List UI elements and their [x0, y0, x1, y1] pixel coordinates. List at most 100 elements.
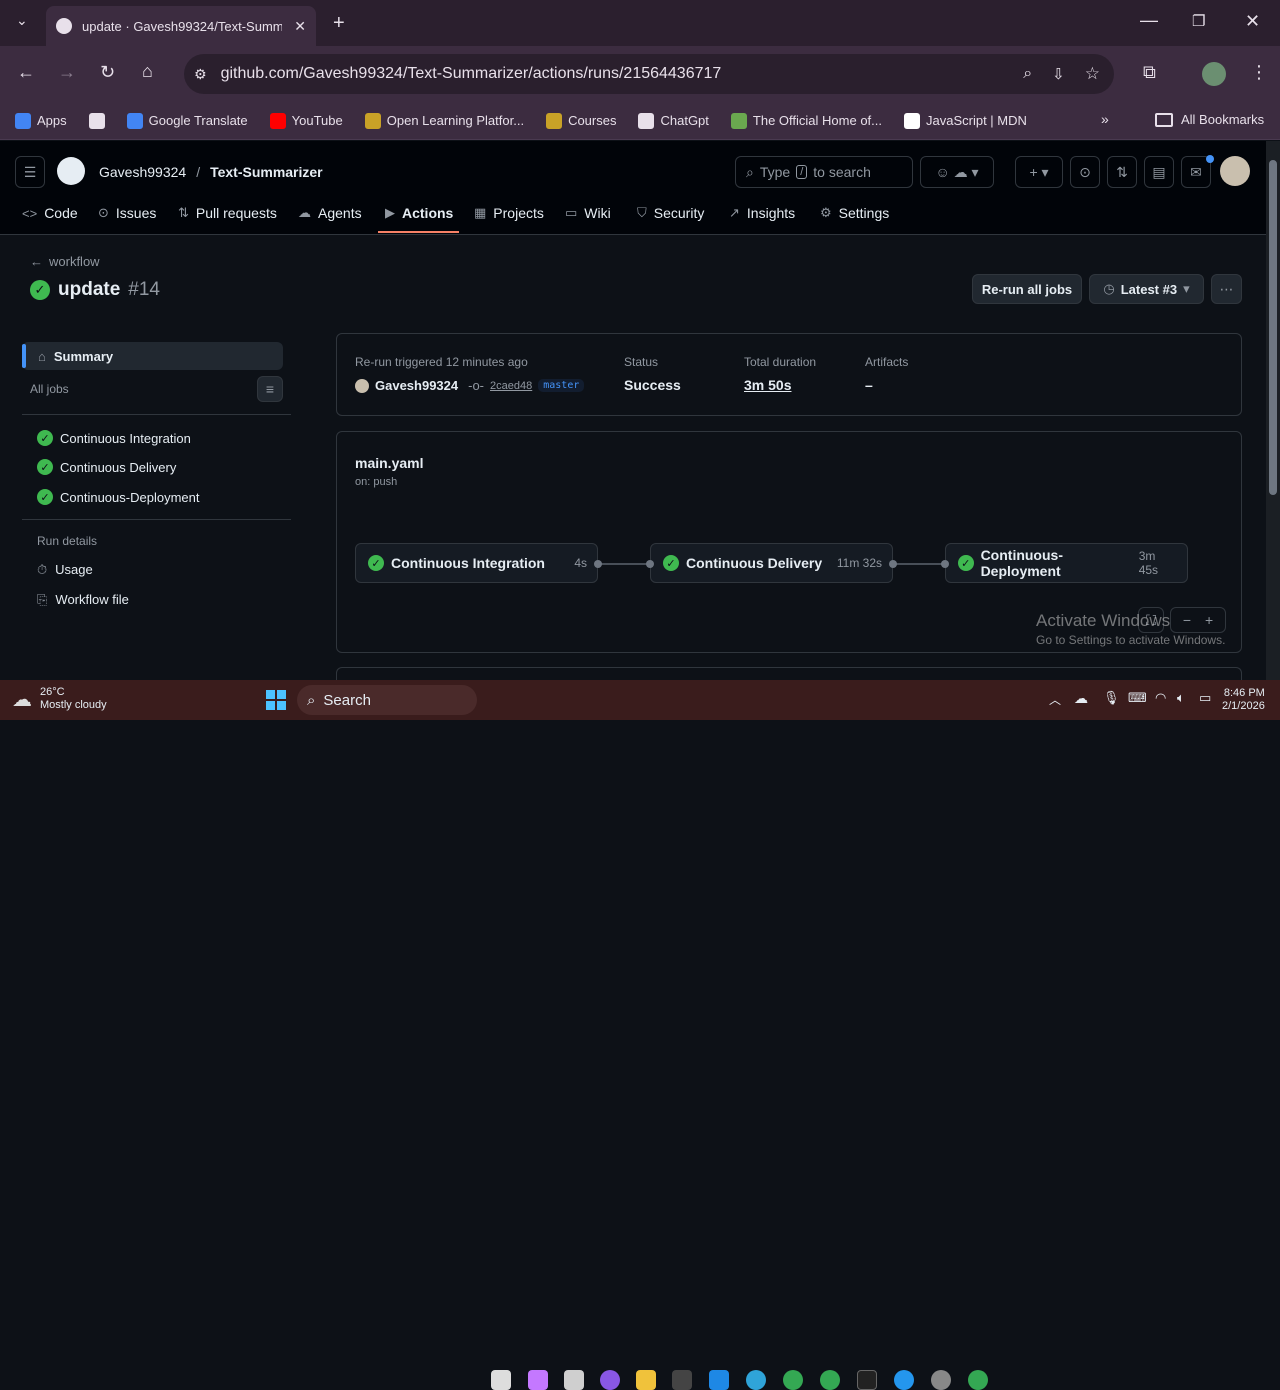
- microphone-icon[interactable]: 🎙︎: [1103, 690, 1120, 706]
- edge-icon[interactable]: [746, 1370, 766, 1390]
- bookmark-item[interactable]: Courses: [546, 112, 616, 129]
- copilot-button[interactable]: ☺ ☁ ▾: [920, 156, 994, 188]
- profile-avatar[interactable]: [1202, 62, 1226, 86]
- zoom-icon[interactable]: ⌕: [1023, 65, 1032, 83]
- close-tab-icon[interactable]: ✕: [294, 18, 306, 35]
- tab-code[interactable]: <> Code: [22, 200, 78, 226]
- github-desktop-icon[interactable]: [600, 1370, 620, 1390]
- hamburger-menu-button[interactable]: ☰: [15, 156, 45, 188]
- chrome-icon[interactable]: [968, 1370, 988, 1390]
- tab-wiki[interactable]: ▭ Wiki: [565, 200, 611, 226]
- bookmark-item[interactable]: The Official Home of...: [730, 112, 882, 129]
- extensions-icon[interactable]: ⧉: [1143, 62, 1156, 83]
- site-info-icon[interactable]: ⚙: [194, 66, 207, 83]
- chrome-icon[interactable]: [783, 1370, 803, 1390]
- back-icon[interactable]: ←: [17, 62, 35, 83]
- zoom-out-icon[interactable]: −: [1183, 612, 1191, 628]
- bookmark-item[interactable]: YouTube: [269, 112, 343, 129]
- sidebar-usage[interactable]: ⏱ Usage: [37, 562, 93, 578]
- tab-insights[interactable]: ↗ Insights: [729, 200, 795, 226]
- graph-job-ci[interactable]: ✓ Continuous Integration 4s: [355, 543, 598, 583]
- docker-icon[interactable]: [894, 1370, 914, 1390]
- tab-actions[interactable]: ▶ Actions: [385, 200, 453, 226]
- pull-requests-icon[interactable]: ⇅: [1107, 156, 1137, 188]
- sidebar-job-delivery[interactable]: ✓ Continuous Delivery: [37, 459, 176, 475]
- tab-pull-requests[interactable]: ⇅ Pull requests: [178, 200, 277, 226]
- vscode-icon[interactable]: [709, 1370, 729, 1390]
- filter-jobs-button[interactable]: ≡: [257, 376, 283, 402]
- bookmark-item[interactable]: Google Translate: [126, 112, 248, 129]
- tab-search-icon[interactable]: ⌄: [16, 12, 28, 29]
- scrollbar-thumb[interactable]: [1269, 160, 1277, 495]
- repo-owner-link[interactable]: Gavesh99324: [99, 164, 186, 180]
- home-icon[interactable]: ⌂: [142, 61, 153, 82]
- weather-widget[interactable]: ☁ 26°C Mostly cloudy: [12, 686, 107, 712]
- forward-icon[interactable]: →: [58, 62, 76, 83]
- actor-link[interactable]: Gavesh99324: [375, 378, 458, 393]
- tab-projects[interactable]: ▦ Projects: [474, 200, 544, 226]
- mdn-icon: [904, 112, 920, 129]
- all-bookmarks-folder[interactable]: All Bookmarks: [1155, 112, 1264, 127]
- tab-settings[interactable]: ⚙ Settings: [820, 200, 889, 226]
- store-icon[interactable]: [564, 1370, 584, 1390]
- bookmark-item[interactable]: [88, 112, 105, 129]
- clock[interactable]: 8:46 PM 2/1/2026: [1222, 687, 1265, 713]
- copilot-icon[interactable]: [528, 1370, 548, 1390]
- install-icon[interactable]: ⇩: [1052, 65, 1065, 83]
- volume-icon[interactable]: 🔈︎: [1177, 690, 1185, 706]
- sidebar-summary[interactable]: ⌂ Summary: [22, 342, 283, 370]
- chrome-menu-icon[interactable]: ⋮: [1250, 62, 1268, 83]
- start-icon[interactable]: [266, 690, 286, 710]
- restore-icon[interactable]: ❐: [1192, 12, 1205, 30]
- keyboard-icon[interactable]: ⌨: [1128, 690, 1147, 706]
- zoom-in-icon[interactable]: +: [1205, 612, 1213, 628]
- more-options-button[interactable]: ⋯: [1211, 274, 1242, 304]
- back-to-workflow-link[interactable]: ← workflow: [30, 254, 100, 269]
- bookmark-item[interactable]: JavaScript | MDN: [904, 112, 1027, 129]
- commit-link[interactable]: 2caed48: [490, 380, 532, 392]
- graph-job-delivery[interactable]: ✓ Continuous Delivery 11m 32s: [650, 543, 893, 583]
- sidebar-workflow-file[interactable]: ⎘ Workflow file: [37, 592, 129, 608]
- tab-security[interactable]: ⛉ Security: [637, 200, 704, 226]
- bookmark-item[interactable]: Open Learning Platfor...: [364, 112, 524, 129]
- tray-overflow-icon[interactable]: ︿: [1049, 691, 1061, 708]
- terminal-icon[interactable]: [672, 1370, 692, 1390]
- repo-name-link[interactable]: Text-Summarizer: [210, 164, 323, 180]
- battery-icon[interactable]: ▭: [1199, 690, 1211, 706]
- bookmark-item[interactable]: Apps: [15, 112, 67, 129]
- zoom-controls[interactable]: − +: [1170, 607, 1226, 633]
- address-bar[interactable]: ⚙ github.com/Gavesh99324/Text-Summarizer…: [184, 54, 1114, 94]
- taskbar-search[interactable]: ⌕ Search: [297, 685, 477, 715]
- close-window-icon[interactable]: ✕: [1245, 11, 1260, 32]
- issues-icon[interactable]: ⊙: [1070, 156, 1100, 188]
- user-avatar[interactable]: [1220, 156, 1250, 186]
- app-icon[interactable]: [857, 1370, 877, 1390]
- repositories-icon[interactable]: ▤: [1144, 156, 1174, 188]
- create-new-button[interactable]: + ▾: [1015, 156, 1063, 188]
- browser-tab[interactable]: update · Gavesh99324/Text-Summ ✕: [46, 6, 316, 46]
- branch-badge[interactable]: master: [538, 379, 585, 392]
- sidebar-job-deployment[interactable]: ✓ Continuous-Deployment: [37, 489, 199, 505]
- bookmark-star-icon[interactable]: ☆: [1085, 64, 1100, 84]
- sidebar-job-ci[interactable]: ✓ Continuous Integration: [37, 430, 191, 446]
- github-logo-icon[interactable]: [57, 157, 85, 185]
- bookmark-item[interactable]: ChatGpt: [638, 112, 709, 129]
- chrome-icon[interactable]: [931, 1370, 951, 1390]
- wifi-icon[interactable]: ◠: [1155, 690, 1166, 706]
- new-tab-icon[interactable]: +: [333, 12, 345, 35]
- file-explorer-icon[interactable]: [636, 1370, 656, 1390]
- search-input[interactable]: ⌕ Type / to search: [735, 156, 913, 188]
- more-bookmarks-icon[interactable]: »: [1101, 111, 1109, 127]
- minimize-icon[interactable]: —: [1140, 10, 1158, 31]
- rerun-all-jobs-button[interactable]: Re-run all jobs: [972, 274, 1082, 304]
- duration-value[interactable]: 3m 50s: [744, 377, 791, 393]
- reload-icon[interactable]: ↻: [100, 62, 115, 83]
- tab-agents[interactable]: ☁ Agents: [298, 200, 362, 226]
- windows-taskbar: ☁ 26°C Mostly cloudy ⌕ Search ︿ ☁ 🎙︎ ⌨ ◠…: [0, 680, 1280, 1390]
- task-view-icon[interactable]: [491, 1370, 511, 1390]
- tab-issues[interactable]: ⊙ Issues: [98, 200, 156, 226]
- chrome-icon[interactable]: [820, 1370, 840, 1390]
- onedrive-icon[interactable]: ☁: [1074, 690, 1088, 707]
- graph-job-deployment[interactable]: ✓ Continuous-Deployment 3m 45s: [945, 543, 1188, 583]
- attempt-dropdown[interactable]: ◷ Latest #3 ▾: [1089, 274, 1204, 304]
